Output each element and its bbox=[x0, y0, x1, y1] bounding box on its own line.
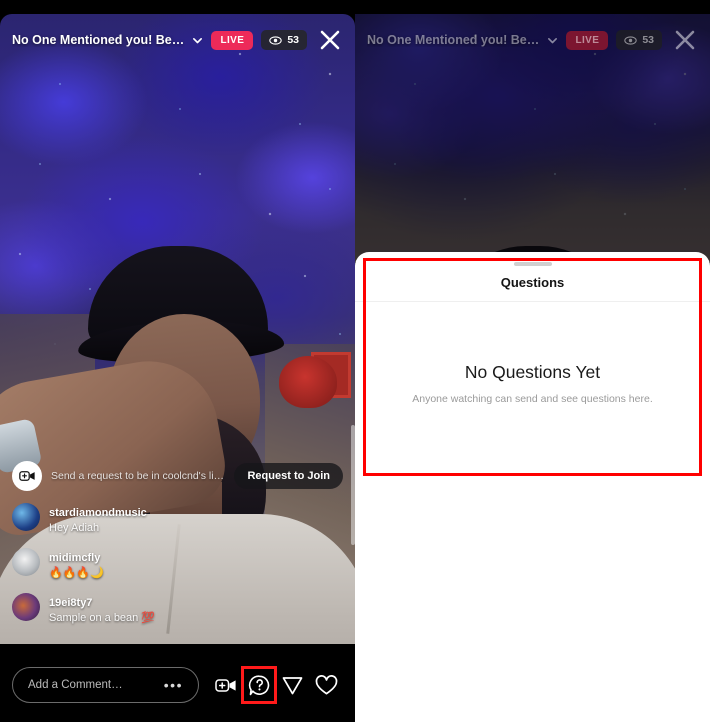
viewer-count: 53 bbox=[287, 34, 299, 46]
questions-empty-state: No Questions Yet Anyone watching can sen… bbox=[355, 302, 710, 405]
comment-text: 🔥🔥🔥🌙 bbox=[49, 567, 104, 579]
avatar[interactable] bbox=[12, 593, 40, 621]
video-add-icon bbox=[12, 461, 42, 491]
live-header-bar: No One Mentioned you! Beat talk Beat… LI… bbox=[355, 14, 710, 66]
comment-feed: Send a request to be in coolcnd's live v… bbox=[0, 461, 355, 644]
avatar[interactable] bbox=[12, 548, 40, 576]
questions-sheet: Questions No Questions Yet Anyone watchi… bbox=[355, 252, 710, 722]
request-to-join-button[interactable]: Request to Join bbox=[234, 463, 343, 489]
paper-plane-icon bbox=[282, 676, 302, 694]
live-action-toolbar: Add a Comment… ••• bbox=[0, 648, 355, 722]
more-dots-icon[interactable]: ••• bbox=[164, 678, 183, 692]
add-video-button[interactable] bbox=[209, 668, 243, 702]
chevron-down-icon[interactable] bbox=[547, 35, 558, 46]
heart-icon bbox=[315, 674, 337, 694]
comment-username[interactable]: stardiamondmusic bbox=[49, 507, 147, 519]
comment-placeholder: Add a Comment… bbox=[28, 679, 123, 691]
empty-state-subtitle: Anyone watching can send and see questio… bbox=[412, 393, 653, 405]
video-add-icon bbox=[215, 678, 236, 692]
comment-username[interactable]: 19ei8ty7 bbox=[49, 597, 92, 609]
viewer-count-badge[interactable]: 53 bbox=[616, 30, 662, 50]
like-button[interactable] bbox=[309, 668, 343, 702]
questions-sheet-title: Questions bbox=[355, 266, 710, 302]
list-item[interactable]: 19ei8ty7 Sample on a bean 💯 bbox=[12, 593, 343, 626]
live-video-panel-after: No One Mentioned you! Beat talk Beat… LI… bbox=[355, 0, 710, 722]
comment-text: Hey Adiah bbox=[49, 522, 100, 534]
close-icon[interactable] bbox=[317, 27, 343, 53]
close-icon[interactable] bbox=[672, 27, 698, 53]
empty-state-title: No Questions Yet bbox=[464, 362, 601, 382]
viewer-count: 53 bbox=[642, 34, 654, 46]
live-title: No One Mentioned you! Beat talk Beat… bbox=[367, 33, 540, 47]
comment-text: Sample on a bean 💯 bbox=[49, 612, 156, 624]
list-item[interactable]: midimcfly 🔥🔥🔥🌙 bbox=[12, 548, 343, 581]
eye-icon bbox=[624, 35, 638, 45]
live-video-panel-before: No One Mentioned you! Beat talk Beat… LI… bbox=[0, 0, 355, 722]
live-title-group[interactable]: No One Mentioned you! Beat talk Beat… bbox=[12, 33, 203, 47]
list-item[interactable]: stardiamondmusic Hey Adiah bbox=[12, 503, 343, 536]
live-badge: LIVE bbox=[566, 30, 609, 50]
question-bubble-icon bbox=[248, 674, 269, 695]
live-badge: LIVE bbox=[211, 30, 254, 50]
live-header-bar: No One Mentioned you! Beat talk Beat… LI… bbox=[0, 14, 355, 66]
live-title: No One Mentioned you! Beat talk Beat… bbox=[12, 33, 185, 47]
live-title-group[interactable]: No One Mentioned you! Beat talk Beat… bbox=[367, 33, 558, 47]
request-to-join-text: Send a request to be in coolcnd's live v… bbox=[51, 470, 225, 482]
viewer-count-badge[interactable]: 53 bbox=[261, 30, 307, 50]
screenshot-root: No One Mentioned you! Beat talk Beat… LI… bbox=[0, 0, 710, 722]
eye-icon bbox=[269, 35, 283, 45]
avatar[interactable] bbox=[12, 503, 40, 531]
comment-input[interactable]: Add a Comment… ••• bbox=[12, 667, 199, 703]
chevron-down-icon[interactable] bbox=[192, 35, 203, 46]
comment-username[interactable]: midimcfly bbox=[49, 552, 100, 564]
share-button[interactable] bbox=[275, 668, 309, 702]
questions-button[interactable] bbox=[241, 666, 277, 704]
request-to-join-row: Send a request to be in coolcnd's live v… bbox=[12, 461, 343, 491]
